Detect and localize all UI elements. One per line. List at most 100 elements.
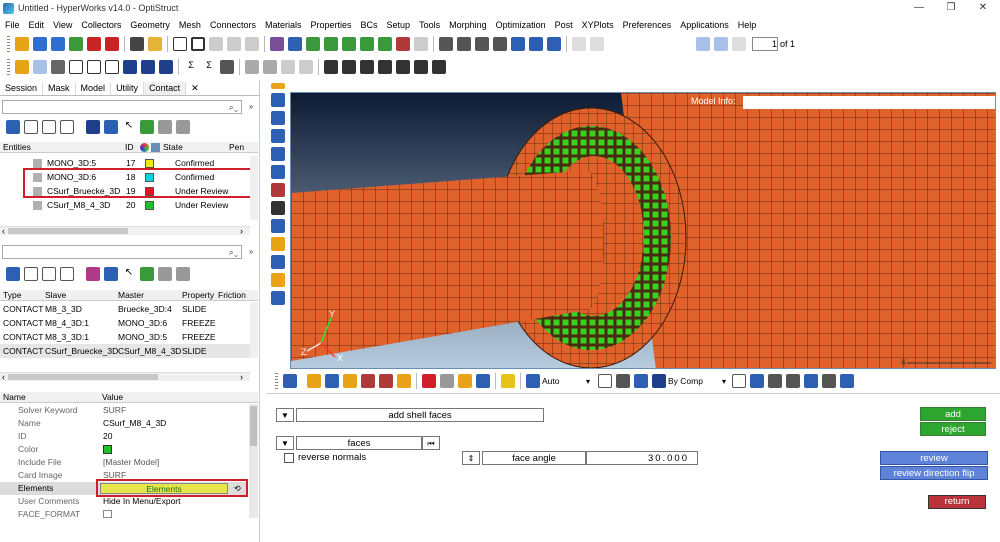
sum-icon[interactable]: Σ [184, 60, 198, 74]
hide-icon[interactable] [176, 120, 190, 134]
section-cut-icon[interactable] [271, 183, 285, 197]
rotate-horizontal-icon[interactable] [511, 37, 525, 51]
solid-2-icon[interactable] [87, 60, 101, 74]
lighting-icon[interactable] [526, 374, 540, 388]
view-saved-icon[interactable] [414, 37, 428, 51]
cube-icon[interactable] [634, 374, 649, 388]
hand-icon[interactable] [493, 37, 507, 51]
tab-3-icon[interactable] [360, 60, 374, 74]
page-back-icon[interactable] [696, 37, 710, 51]
sum-2-icon[interactable]: Σ [202, 60, 216, 74]
minimize-button[interactable]: — [904, 1, 934, 16]
monitor-icon[interactable] [840, 374, 855, 388]
mesh-3-icon[interactable] [159, 60, 173, 74]
view-back-icon[interactable] [378, 37, 392, 51]
select-cursor-icon[interactable]: ↖ [122, 267, 136, 281]
properties-vscrollbar[interactable] [249, 404, 258, 518]
color-mode-icon[interactable] [652, 374, 667, 388]
tab-model[interactable]: Model [76, 82, 112, 95]
transparent-icon[interactable] [271, 165, 285, 179]
menu-post[interactable]: Post [555, 20, 573, 30]
review-direction-flip-button[interactable]: review direction flip [880, 466, 988, 480]
shape-icon[interactable] [598, 374, 613, 388]
prop-color-swatch[interactable] [103, 445, 112, 454]
face-angle-toggle-icon[interactable]: ⇕ [462, 451, 480, 465]
restore-button[interactable]: ❐ [936, 1, 966, 16]
tab-mask[interactable]: Mask [43, 82, 76, 95]
rotate-spin-icon[interactable] [547, 37, 561, 51]
contact-row[interactable]: CONTACT M8_4_3D:1 MONO_3D:6 FREEZE [0, 316, 250, 330]
contact-view-icon[interactable] [6, 267, 20, 281]
prop-name[interactable]: Name CSurf_M8_4_3D [0, 417, 248, 430]
contact-row-selected[interactable]: CONTACT CSurf_Bruecke_3D CSurf_M8_4_3D S… [0, 344, 250, 358]
auto-dropdown-icon[interactable]: ▾ [586, 377, 590, 386]
fit-icon[interactable] [173, 37, 187, 51]
view-yz-icon[interactable] [324, 37, 338, 51]
flat-list-icon[interactable] [42, 267, 56, 281]
wireframe-icon[interactable] [271, 147, 285, 161]
tab-session[interactable]: Session [0, 82, 44, 95]
prop-id[interactable]: ID 20 [0, 430, 248, 443]
mesh-display-icon[interactable] [271, 93, 285, 107]
hide-icon[interactable] [176, 267, 190, 281]
grid-icon[interactable] [732, 374, 747, 388]
cylinder-icon[interactable] [51, 60, 65, 74]
mesh-icon[interactable] [123, 60, 137, 74]
menu-geometry[interactable]: Geometry [130, 20, 170, 30]
assembly-color-icon[interactable] [379, 374, 393, 388]
face-format-checkbox[interactable] [103, 510, 112, 518]
menu-optimization[interactable]: Optimization [496, 20, 546, 30]
search-icon[interactable]: ⌕⌄ [229, 102, 238, 113]
entity-filter-input[interactable]: ⌕⌄ [2, 100, 242, 114]
clip-icon[interactable] [616, 374, 631, 388]
menu-mesh[interactable]: Mesh [179, 20, 201, 30]
reverse-icon[interactable] [476, 374, 490, 388]
component-icon[interactable] [86, 120, 100, 134]
filter-icon[interactable] [60, 267, 74, 281]
entities-hscrollbar[interactable]: ‹ › [0, 226, 250, 236]
nodes-icon[interactable] [15, 60, 29, 74]
isolate-icon[interactable] [140, 267, 154, 281]
scroll-thumb[interactable] [8, 228, 128, 234]
tab-7-icon[interactable] [432, 60, 446, 74]
contact-vscrollbar[interactable] [250, 302, 258, 358]
capture-video-icon[interactable] [245, 37, 259, 51]
expand-icon[interactable]: » [246, 247, 256, 257]
pan-icon[interactable] [475, 37, 489, 51]
contact-group-icon[interactable] [86, 267, 100, 281]
import-icon[interactable] [33, 37, 47, 51]
camera-icon[interactable] [271, 201, 285, 215]
assembly-icon[interactable] [104, 120, 118, 134]
include-color-icon[interactable] [397, 374, 411, 388]
tab-2-icon[interactable] [342, 60, 356, 74]
entity-color-swatch[interactable] [145, 201, 154, 210]
menu-edit[interactable]: Edit [29, 20, 45, 30]
material-color-icon[interactable] [343, 374, 357, 388]
close-button[interactable]: ✕ [968, 1, 998, 16]
library-icon[interactable] [148, 37, 162, 51]
paste-2-icon[interactable] [299, 60, 313, 74]
tab-1-icon[interactable] [324, 60, 338, 74]
abc-label-2-icon[interactable] [271, 273, 285, 287]
expand-icon[interactable]: » [246, 102, 256, 112]
review-button[interactable]: review [880, 451, 988, 465]
capture-icon[interactable] [209, 37, 223, 51]
save-icon[interactable] [51, 37, 65, 51]
contact-filter-input[interactable]: ⌕⌄ [2, 245, 242, 259]
menu-properties[interactable]: Properties [310, 20, 351, 30]
load-color-icon[interactable] [361, 374, 375, 388]
contact-hscrollbar[interactable]: ‹ › [0, 372, 250, 382]
return-button[interactable]: return [928, 495, 986, 509]
delete-icon[interactable] [422, 374, 436, 388]
open-model-icon[interactable] [15, 37, 29, 51]
menu-connectors[interactable]: Connectors [210, 20, 256, 30]
solid-cube-icon[interactable] [750, 374, 765, 388]
shaded-icon[interactable] [271, 129, 285, 143]
mesh-mode-icon[interactable] [283, 374, 297, 388]
menu-collectors[interactable]: Collectors [81, 20, 121, 30]
view-zx-icon[interactable] [342, 37, 356, 51]
page-number-input[interactable] [752, 37, 778, 51]
menu-applications[interactable]: Applications [680, 20, 729, 30]
prop-face-format[interactable]: FACE_FORMAT [0, 508, 248, 521]
add-button[interactable]: add [920, 407, 986, 421]
